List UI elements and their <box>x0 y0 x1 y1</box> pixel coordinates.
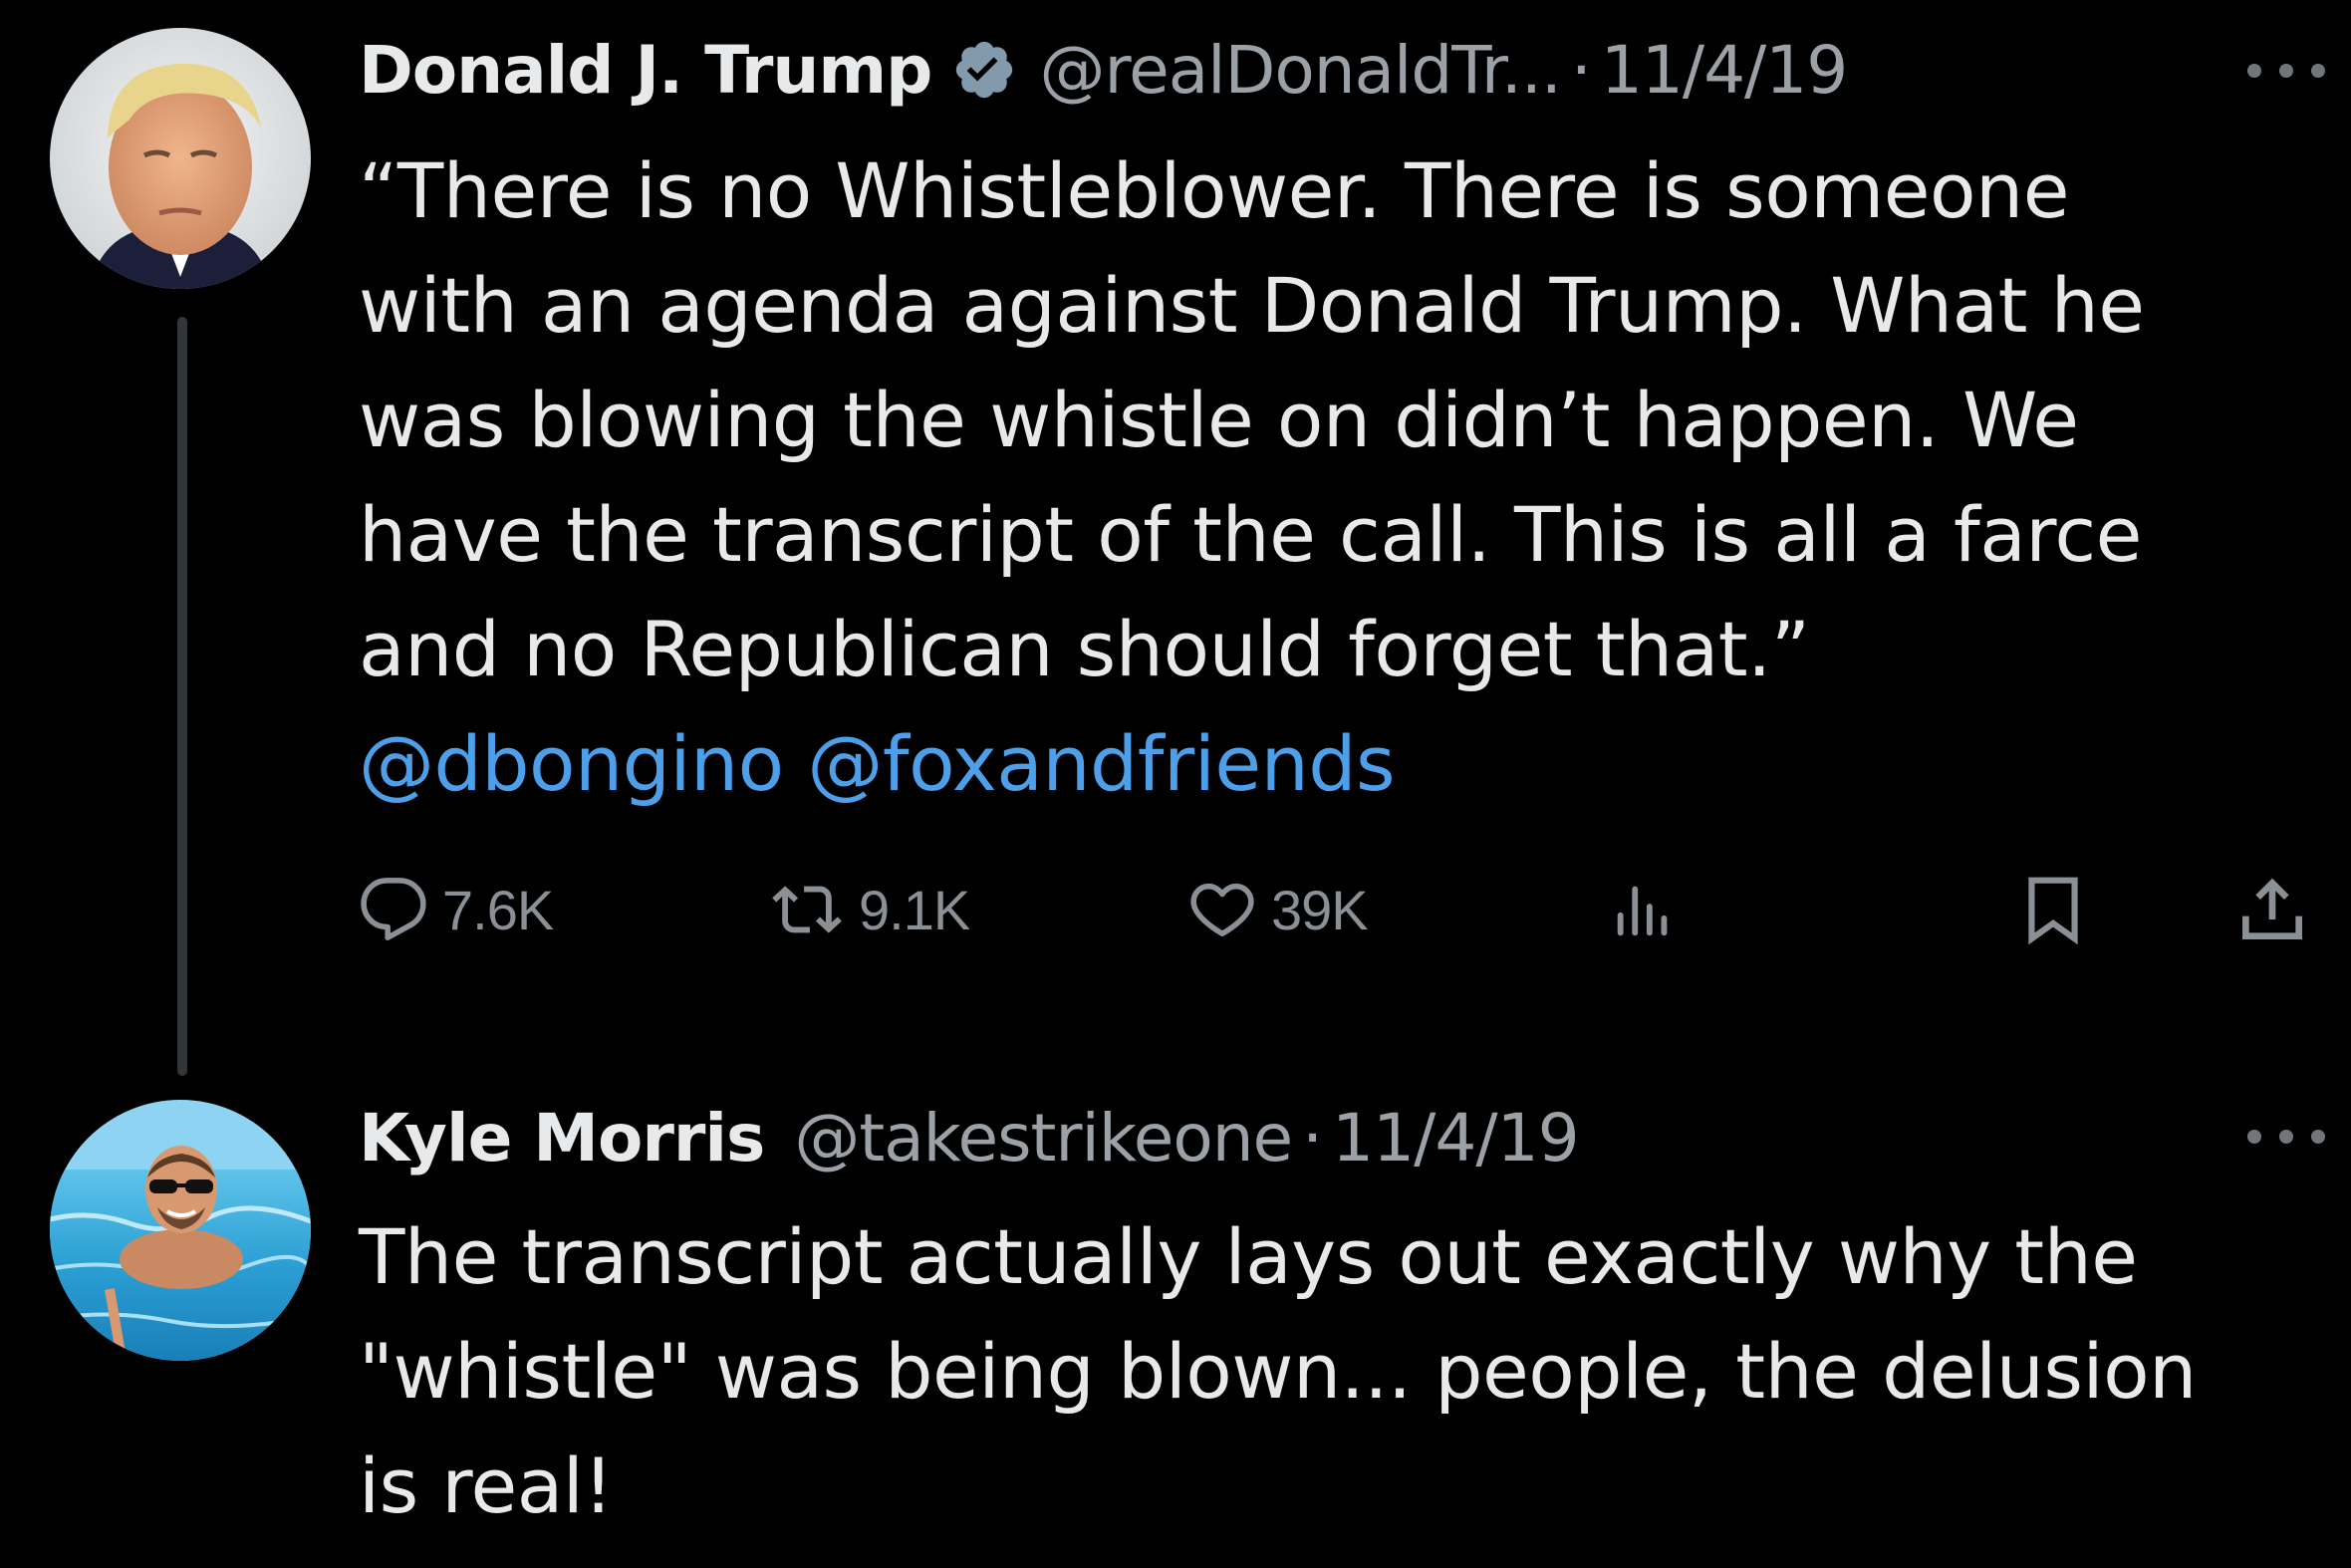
reply-icon <box>361 878 426 941</box>
author-name[interactable]: Kyle Morris <box>359 1100 765 1176</box>
avatar-trump-image <box>50 28 311 289</box>
tweet-text: The transcript actually lays out exactly… <box>359 1199 2311 1543</box>
author-name[interactable]: Donald J. Trump <box>359 32 932 109</box>
like-button[interactable]: 39K <box>1187 865 1369 954</box>
author-handle[interactable]: @takestrikeone <box>794 1100 1293 1176</box>
heart-icon <box>1190 883 1254 936</box>
mention-link[interactable]: @dbongino <box>359 719 784 808</box>
tweet-text-line: and no Republican should forget that.” <box>359 605 1810 693</box>
tweet-trump[interactable]: Donald J. Trump @realDonaldTr... · 11/4/… <box>0 0 2351 1076</box>
avatar-trump[interactable] <box>50 28 311 289</box>
tweet-text-line: is real! <box>359 1441 614 1530</box>
tweet-header: Kyle Morris @takestrikeone · 11/4/19 <box>359 1098 1580 1177</box>
retweet-count: 9.1K <box>859 878 970 941</box>
more-options-icon[interactable] <box>2247 56 2325 86</box>
author-handle[interactable]: @realDonaldTr... <box>1039 32 1561 109</box>
tweet-date[interactable]: 11/4/19 <box>1601 32 1848 109</box>
separator-dot: · <box>1570 31 1592 109</box>
retweet-button[interactable]: 9.1K <box>769 865 970 954</box>
avatar-kyle-image <box>50 1100 311 1361</box>
bookmark-button[interactable] <box>2016 865 2090 954</box>
more-options-icon[interactable] <box>2247 1122 2325 1152</box>
tweet-header: Donald J. Trump @realDonaldTr... · 11/4/… <box>359 30 1848 110</box>
tweet-text-line: The transcript actually lays out exactly… <box>359 1212 2138 1301</box>
share-icon <box>2242 878 2302 939</box>
thread-connector-line <box>177 317 187 1076</box>
analytics-icon <box>1617 886 1668 936</box>
tweet-text-line: with an agenda against Donald Trump. Wha… <box>359 261 2145 350</box>
retweet-icon <box>772 886 842 933</box>
separator-dot: · <box>1302 1099 1323 1176</box>
reply-button[interactable]: 7.6K <box>359 865 554 954</box>
like-count: 39K <box>1271 878 1369 941</box>
share-button[interactable] <box>2231 865 2313 954</box>
tweet-text-line: “There is no Whistleblower. There is som… <box>359 146 2069 235</box>
tweet-text-line: was blowing the whistle on didn’t happen… <box>359 376 2079 464</box>
mention-link[interactable]: @foxandfriends <box>807 719 1395 808</box>
tweet-text-line: "whistle" was being blown... people, the… <box>359 1327 2197 1416</box>
tweet-text-line: have the transcript of the call. This is… <box>359 490 2142 579</box>
bookmark-icon <box>2028 877 2078 945</box>
avatar-kyle[interactable] <box>50 1100 311 1361</box>
tweet-reply-kyle[interactable]: Kyle Morris @takestrikeone · 11/4/19 The… <box>0 1076 2351 1568</box>
verified-badge-icon <box>951 37 1017 103</box>
views-button[interactable] <box>1606 865 1682 954</box>
tweet-date[interactable]: 11/4/19 <box>1332 1100 1579 1176</box>
reply-count: 7.6K <box>442 878 554 941</box>
tweet-text: “There is no Whistleblower. There is som… <box>359 133 2311 821</box>
mentions-line: @dbongino @foxandfriends <box>359 706 2311 821</box>
tweet-actions-bar: 7.6K 9.1K 39K <box>359 865 2321 954</box>
